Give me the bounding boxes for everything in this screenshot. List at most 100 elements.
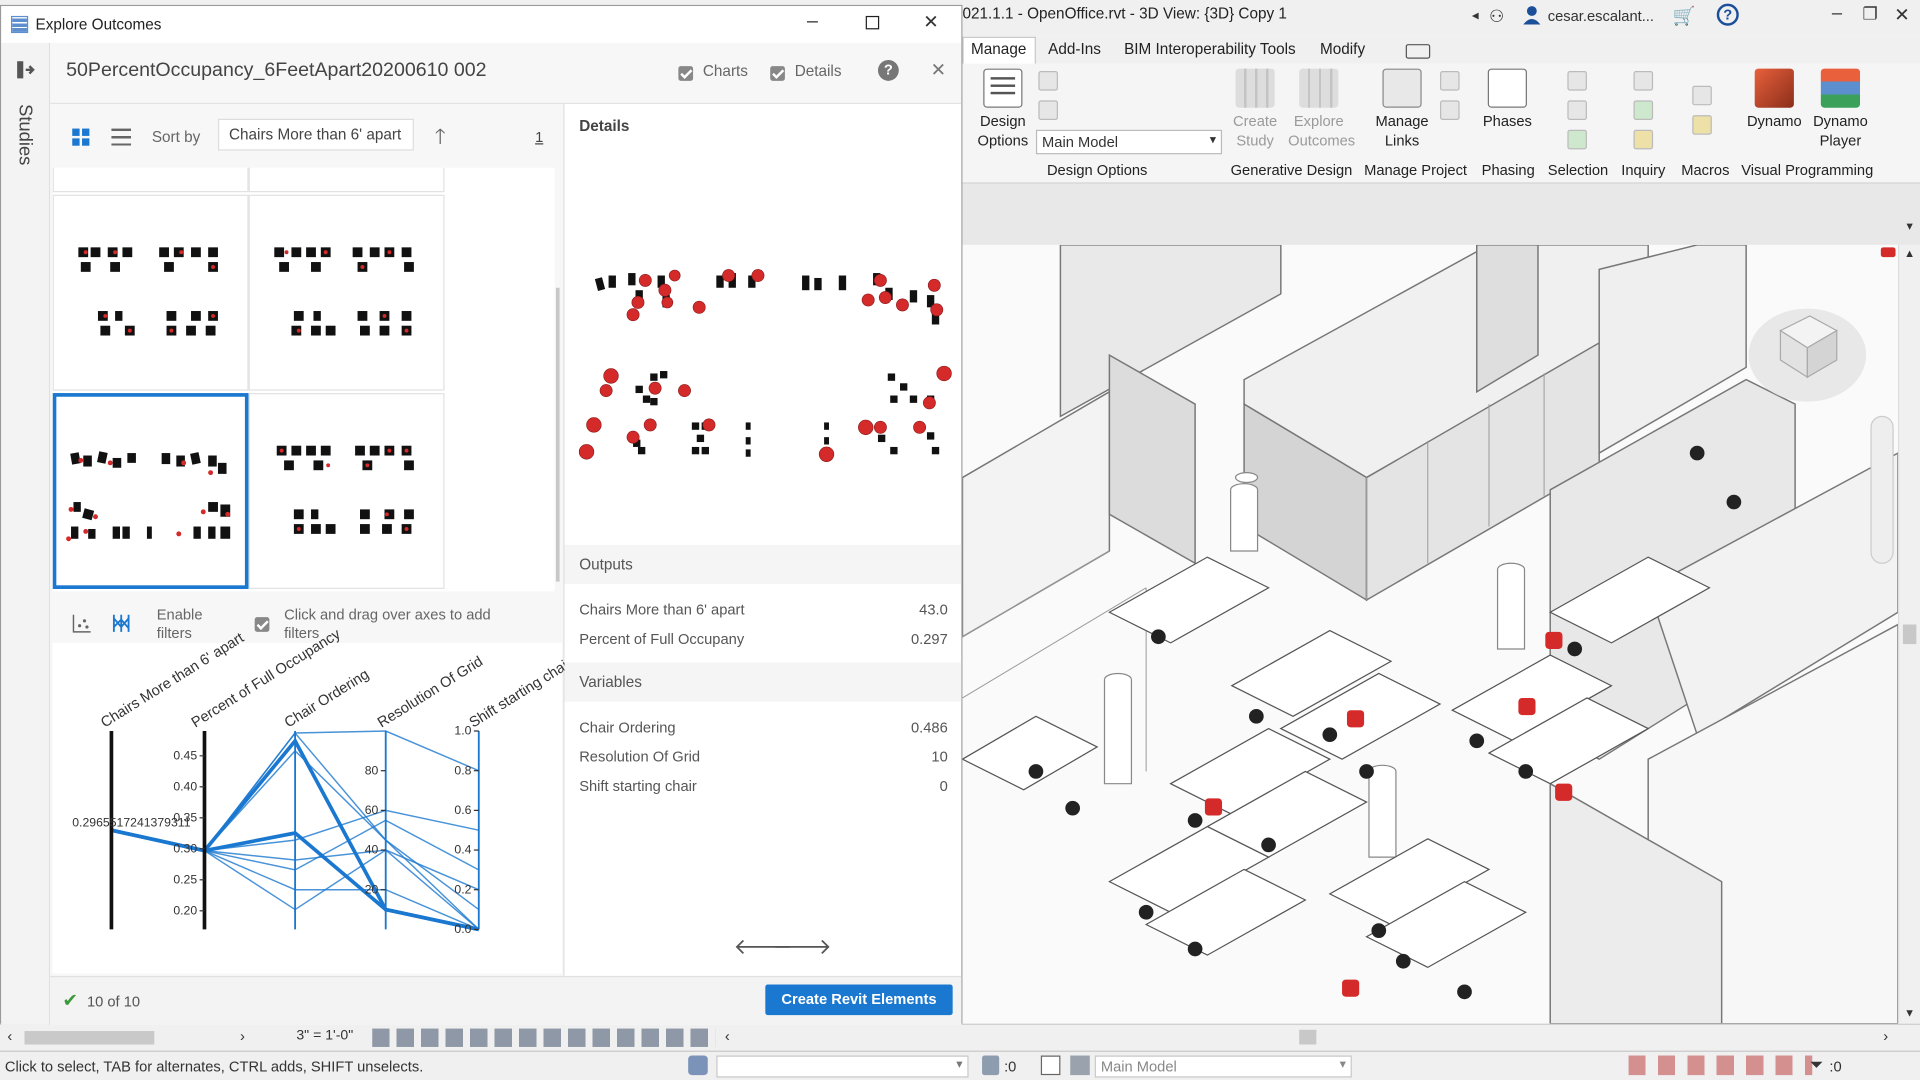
starting-view-icon[interactable] [1440,100,1460,121]
page-number[interactable]: 1 [535,129,543,146]
parallel-coordinates-chart[interactable]: 0.20 0.25 0.30 0.35 0.40 0.45 20 40 60 80 0.0 0.2 0.… [52,625,575,974]
window-title-bar: Explore Outcomes – ✕ [1,6,962,43]
horizontal-scrollbar[interactable]: › [962,1023,1920,1051]
hscroll-thumb[interactable] [1299,1029,1317,1045]
study-name: 50PercentOccupancy_6FeetApart20200610 00… [66,60,487,81]
selection-filter-icons[interactable] [1628,1055,1813,1076]
minimize-icon[interactable]: – [1832,2,1842,23]
tab-manage[interactable]: Manage [971,40,1026,57]
outcome-thumbnail[interactable] [52,194,249,391]
workset-select[interactable]: ▾ [716,1055,969,1078]
status-main-model-select[interactable]: Main Model ▾ [1094,1055,1352,1078]
pc-tick-label: 60 [365,803,379,817]
scroll-left-icon[interactable]: ‹ [7,1027,12,1044]
warnings-icon[interactable] [1633,129,1654,150]
explore-outcomes-button[interactable]: Explore Outcomes [1288,68,1355,151]
view-scale[interactable]: 3" = 1'-0" [296,1029,353,1044]
caret-left-icon[interactable]: ◂ [1472,7,1479,24]
scroll-thumb[interactable] [1902,624,1917,645]
filter-icon[interactable]: ⏷ [1810,1054,1824,1075]
create-study-button[interactable]: Create Study [1229,68,1280,151]
selection-save-icon[interactable] [1567,71,1587,91]
macro-security-icon[interactable] [1692,115,1712,135]
output-label: Chairs More than 6' apart [579,601,745,619]
outcome-thumbnail[interactable] [248,393,445,589]
grid-view-icon[interactable] [72,128,90,146]
scroll-down-icon[interactable]: ▼ [1904,1007,1915,1019]
scroll-right-icon[interactable]: › [1883,1027,1888,1044]
list-view-icon[interactable] [111,128,132,146]
next-arrow-icon[interactable]: 🡒 [773,934,832,960]
design-option-icon[interactable] [1070,1055,1090,1076]
maximize-icon[interactable] [865,15,880,30]
pc-tick-label: 0.4 [454,843,471,857]
ids-icon[interactable] [1633,100,1654,121]
selection-edit-icon[interactable] [1567,129,1587,150]
group-visual-programming: Visual Programming [1741,161,1874,179]
restore-icon[interactable]: ❐ [1862,4,1877,25]
close-icon[interactable]: ✕ [923,11,938,33]
sort-ascending-icon[interactable]: 🡑 [435,121,446,157]
help-icon[interactable]: ? [877,60,899,81]
dynamo-button[interactable]: Dynamo [1744,68,1805,131]
manage-links-button[interactable]: Manage Links [1374,68,1430,151]
charts-checkbox[interactable] [678,65,694,83]
minimize-icon[interactable]: – [807,11,818,33]
collapse-panel-icon[interactable] [16,60,36,80]
selection-load-icon[interactable] [1567,100,1587,121]
studies-label[interactable]: Studies [15,104,36,165]
scroll-up-icon[interactable]: ▲ [1904,247,1915,259]
worksharing-icon[interactable] [688,1055,708,1076]
binoculars-icon[interactable]: ⚇ [1489,6,1504,27]
dynamo-player-button[interactable]: Dynamo Player [1807,68,1873,151]
chevron-down-icon[interactable]: ▾ [1907,220,1913,233]
tab-bim-interoperability[interactable]: BIM Interoperability Tools [1124,40,1296,57]
view-control-icons[interactable] [372,1028,716,1047]
manage-images-icon[interactable] [1440,71,1460,91]
editable-only-icon[interactable] [982,1055,1000,1076]
scatter-plot-icon[interactable] [72,613,92,633]
view-control-bar: ‹ › 3" = 1'-0" ‹ [0,1023,963,1051]
option-set-icon[interactable] [1038,71,1058,91]
close-panel-icon[interactable]: ✕ [931,59,946,81]
view-cube[interactable] [1748,308,1867,402]
outcome-thumbnail[interactable] [248,194,445,391]
help-icon[interactable]: ? [1716,3,1739,26]
parallel-coordinates-icon[interactable] [111,613,131,633]
grid-scrollbar[interactable] [555,287,560,582]
outcome-thumbnail[interactable] [248,167,445,193]
details-checkbox[interactable] [770,65,785,83]
chevron-down-icon: ▾ [1209,133,1216,147]
user-name[interactable]: cesar.escalant... [1548,7,1654,24]
tab-add-ins[interactable]: Add-Ins [1048,40,1101,57]
chart-canvas[interactable]: 0.200.250.300.350.400.45204060800.00.20.… [53,643,562,974]
outcome-thumbnail[interactable] [52,167,249,193]
panel-toggle-icon[interactable] [1405,44,1431,59]
sort-select[interactable]: Chairs More than 6' apart [217,118,414,151]
scroll-left-icon[interactable]: ‹ [725,1027,730,1044]
3d-view[interactable] [962,244,1898,1024]
design-options-status-icon[interactable] [1040,1055,1061,1076]
pc-tick-label: 0.8 [454,763,471,777]
main-model-select[interactable]: Main Model ▾ [1035,129,1223,155]
outcomes-header: 50PercentOccupancy_6FeetApart20200610 00… [50,42,962,105]
tab-modify[interactable]: Modify [1320,40,1365,57]
macro-manager-icon[interactable] [1692,85,1712,106]
vertical-scrollbar[interactable]: ▲ ▼ [1897,244,1920,1024]
cart-icon[interactable]: 🛒 [1673,5,1696,27]
phases-button[interactable]: Phases [1482,68,1533,131]
hscroll-thumb-left[interactable] [24,1031,155,1045]
enable-filters-checkbox[interactable] [254,616,270,634]
manage-links-label: Manage Links [1375,112,1429,150]
create-revit-elements-button[interactable]: Create Revit Elements [765,984,953,1016]
variable-value: 0.486 [910,718,948,736]
user-icon[interactable] [1522,5,1541,25]
enable-filters-label[interactable]: Enable filters [157,606,218,643]
scroll-right-icon[interactable]: › [240,1027,245,1044]
review-warnings-icon[interactable] [1633,71,1654,91]
outcome-thumbnail-selected[interactable] [52,393,249,589]
close-icon[interactable]: ✕ [1894,4,1909,26]
window-title: Explore Outcomes [35,15,162,34]
pick-edit-icon[interactable] [1038,100,1058,121]
design-options-button[interactable]: Design Options [970,68,1036,151]
